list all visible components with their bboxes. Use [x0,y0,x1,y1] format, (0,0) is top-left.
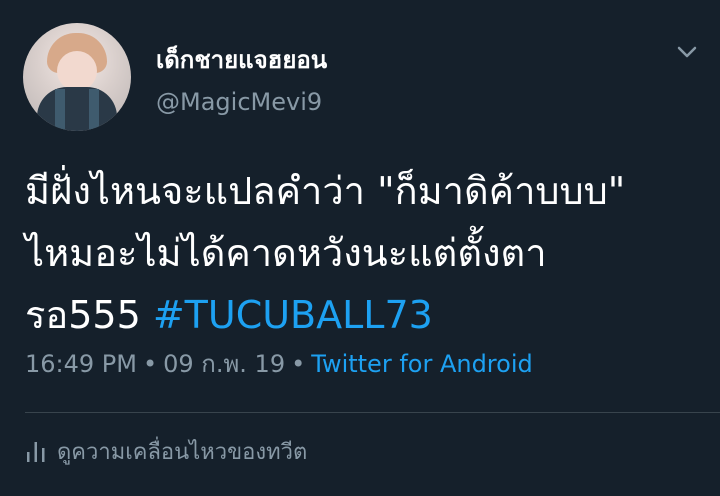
avatar[interactable] [23,23,131,131]
avatar-strap [89,89,99,131]
tweet-text: มีฝั่งไหนจะแปลคำว่า "ก็มาดิค้าบบบ" ไหมอะ… [25,160,685,346]
tweet-text-line: มีฝั่งไหนจะแปลคำว่า "ก็มาดิค้าบบบ" [25,169,626,213]
author-display-name[interactable]: เด็กชายแจฮยอน [156,40,327,79]
tweet-text-line: รอ555 #TUCUBALL73 [25,284,685,346]
tweet-time: 16:49 PM [25,350,137,378]
hashtag-link[interactable]: #TUCUBALL73 [153,293,433,337]
tweet-text-segment: รอ555 [25,293,153,337]
tweet-date: 09 ก.พ. 19 [163,350,286,378]
meta-separator: • [291,350,306,378]
avatar-face [57,51,97,91]
tweet-text-line: ไหมอะไม่ได้คาดหวังนะแต่ตั้งตา [25,231,547,275]
tweet-meta: 16:49 PM • 09 ก.พ. 19 • Twitter for Android [25,344,533,383]
author-handle[interactable]: @MagicMevi9 [156,88,322,116]
avatar-strap [55,89,65,131]
view-tweet-activity[interactable]: ดูความเคลื่อนไหวของทวีต [25,434,307,469]
avatar-body [37,87,117,131]
divider [25,412,720,413]
bar-chart-icon [27,441,45,462]
meta-separator: • [142,350,158,378]
view-tweet-activity-label: ดูความเคลื่อนไหวของทวีต [57,440,308,465]
chevron-down-icon[interactable] [676,42,698,62]
tweet-source-link[interactable]: Twitter for Android [311,350,532,378]
